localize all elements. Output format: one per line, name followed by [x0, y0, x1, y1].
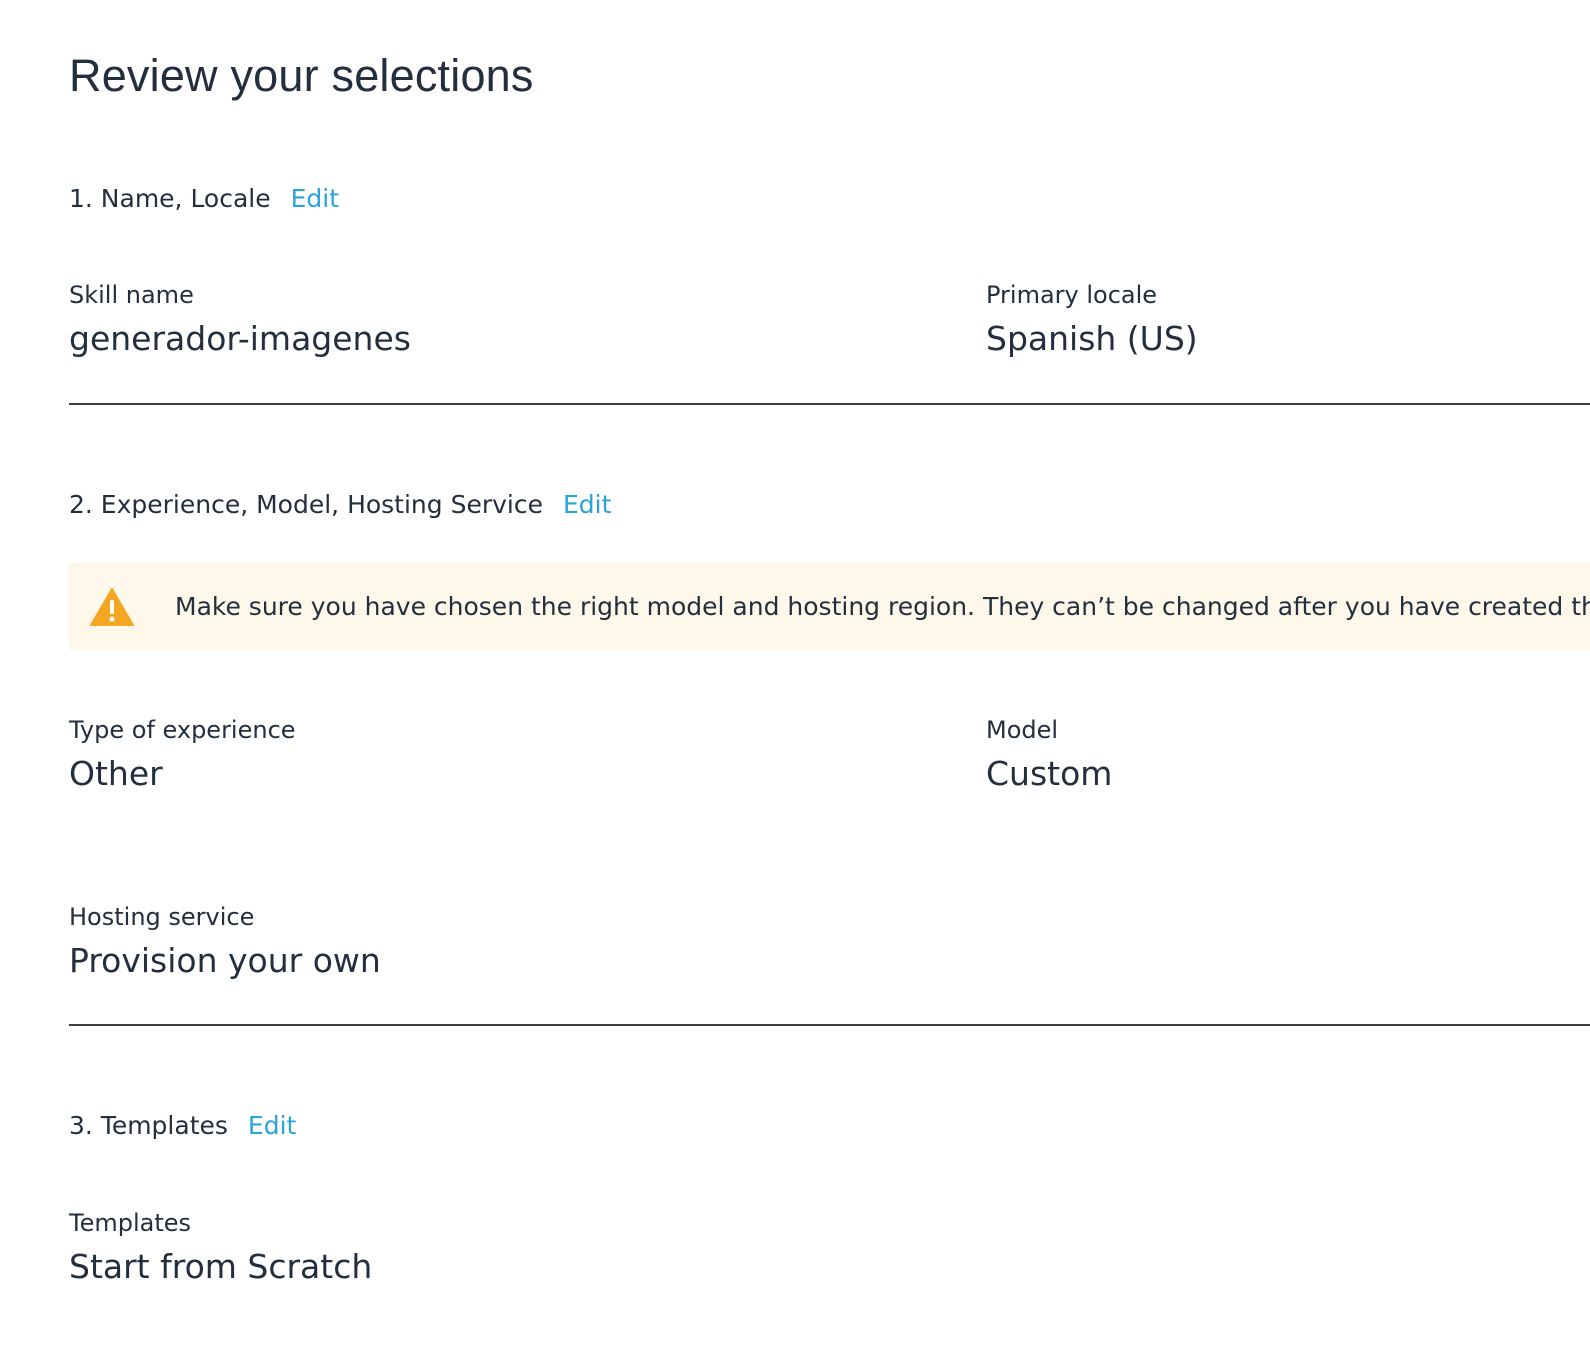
section-heading-text: 3. Templates — [69, 1110, 228, 1140]
section-name-locale-heading: 1. Name, Locale Edit — [69, 181, 339, 215]
review-page: Review your selections 1. Name, Locale E… — [69, 0, 1590, 1350]
section-heading-text: 2. Experience, Model, Hosting Service — [69, 489, 543, 519]
edit-name-locale-link[interactable]: Edit — [291, 184, 339, 213]
experience-type-field: Type of experience Other — [69, 714, 296, 796]
experience-type-label: Type of experience — [69, 716, 296, 744]
primary-locale-value: Spanish (US) — [986, 319, 1198, 358]
model-value: Custom — [986, 754, 1113, 793]
hosting-service-field: Hosting service Provision your own — [69, 901, 381, 983]
edit-experience-link[interactable]: Edit — [563, 490, 611, 519]
templates-field: Templates Start from Scratch — [69, 1207, 372, 1289]
warning-icon — [89, 587, 135, 627]
templates-value: Start from Scratch — [69, 1247, 373, 1286]
skill-name-field: Skill name generador-imagenes — [69, 279, 411, 361]
skill-name-label: Skill name — [69, 281, 194, 309]
page-title: Review your selections — [69, 50, 534, 101]
hosting-service-label: Hosting service — [69, 903, 255, 931]
primary-locale-label: Primary locale — [986, 281, 1158, 309]
section-divider — [69, 403, 1590, 405]
skill-name-value: generador-imagenes — [69, 319, 411, 358]
model-field: Model Custom — [986, 714, 1112, 796]
section-heading-text: 1. Name, Locale — [69, 183, 271, 213]
warning-alert: Make sure you have chosen the right mode… — [69, 563, 1590, 650]
section-templates-heading: 3. Templates Edit — [69, 1108, 296, 1142]
experience-type-value: Other — [69, 754, 163, 793]
hosting-service-value: Provision your own — [69, 941, 381, 980]
model-label: Model — [986, 716, 1059, 744]
warning-alert-text: Make sure you have chosen the right mode… — [175, 592, 1590, 621]
section-divider — [69, 1024, 1590, 1026]
edit-templates-link[interactable]: Edit — [248, 1111, 296, 1140]
primary-locale-field: Primary locale Spanish (US) — [986, 279, 1198, 361]
section-experience-heading: 2. Experience, Model, Hosting Service Ed… — [69, 487, 611, 521]
templates-label: Templates — [69, 1209, 192, 1237]
